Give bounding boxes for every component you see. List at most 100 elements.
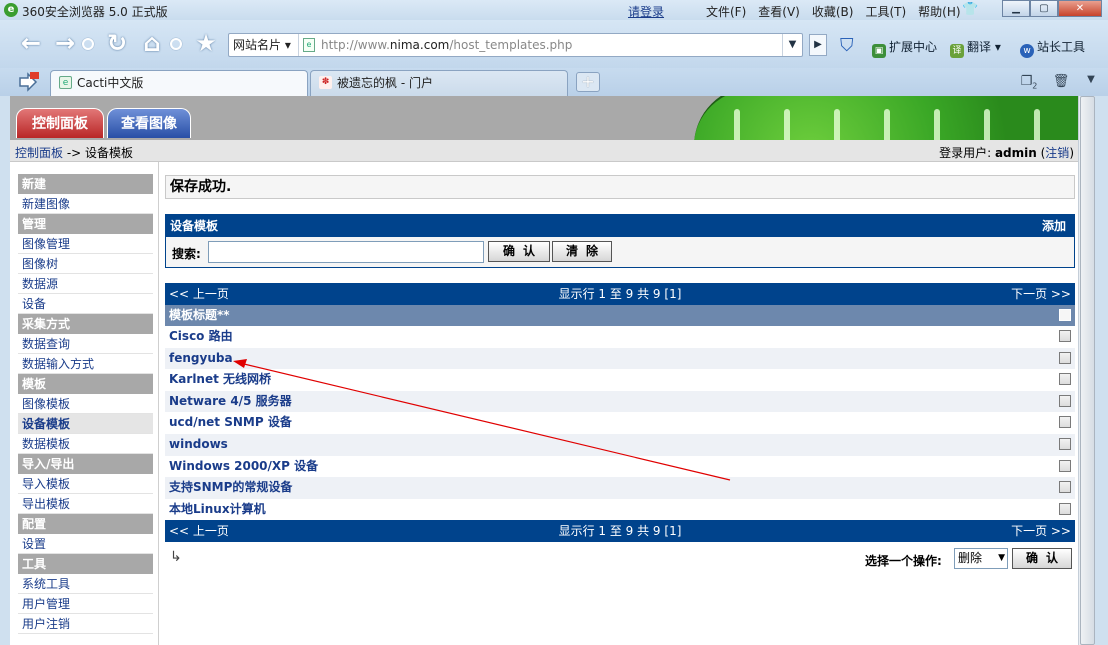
row-checkbox[interactable] bbox=[1059, 373, 1071, 386]
history-dropdown-icon[interactable] bbox=[82, 38, 94, 50]
prev-page-link-top[interactable]: << 上一页 bbox=[169, 283, 229, 305]
cactus-logo bbox=[694, 96, 1078, 140]
forward-icon[interactable]: → bbox=[52, 30, 78, 56]
home-icon[interactable]: ⌂ bbox=[139, 30, 165, 56]
search-clear-button[interactable]: 清除 bbox=[552, 241, 612, 262]
minimize-icon[interactable]: ▁ bbox=[1002, 0, 1030, 17]
menu-item[interactable]: 图像树 bbox=[18, 254, 153, 274]
menu-item[interactable]: 图像管理 bbox=[18, 234, 153, 254]
new-tab-icon[interactable]: + bbox=[576, 72, 600, 92]
search-go-button[interactable]: 确认 bbox=[488, 241, 550, 262]
login-link[interactable]: 请登录 bbox=[628, 3, 664, 20]
menu-item[interactable]: 数据模板 bbox=[18, 434, 153, 454]
menu-item[interactable]: 新建图像 bbox=[18, 194, 153, 214]
row-checkbox[interactable] bbox=[1059, 394, 1071, 407]
row-checkbox[interactable] bbox=[1059, 459, 1071, 472]
menu-help[interactable]: 帮助(H) bbox=[918, 3, 960, 20]
close-window-icon[interactable]: ✕ bbox=[1058, 0, 1102, 17]
back-icon[interactable]: ← bbox=[18, 30, 44, 56]
template-link[interactable]: 本地Linux计算机 bbox=[169, 502, 266, 516]
template-link[interactable]: Karlnet 无线网桥 bbox=[169, 372, 271, 386]
template-link[interactable]: Netware 4/5 服务器 bbox=[169, 394, 292, 408]
refresh-icon[interactable]: ↻ bbox=[104, 30, 130, 56]
menu-tools[interactable]: 工具(T) bbox=[865, 3, 906, 20]
menu-view[interactable]: 查看(V) bbox=[758, 3, 800, 20]
select-all-checkbox[interactable] bbox=[1059, 309, 1071, 321]
search-input[interactable] bbox=[208, 241, 484, 263]
tab-graphs[interactable]: 查看图像 bbox=[107, 108, 191, 138]
tab-cacti[interactable]: e Cacti中文版 bbox=[50, 70, 308, 96]
skin-icon[interactable]: 👕 bbox=[962, 2, 978, 17]
menu-item[interactable]: 设置 bbox=[18, 534, 153, 554]
go-arrow-icon[interactable]: ▶ bbox=[809, 34, 827, 56]
translate-label: 翻译 bbox=[967, 40, 992, 54]
menu-item[interactable]: 设备 bbox=[18, 294, 153, 314]
row-checkbox[interactable] bbox=[1059, 502, 1071, 515]
breadcrumb-console-link[interactable]: 控制面板 bbox=[15, 146, 63, 160]
menu-item[interactable]: 数据源 bbox=[18, 274, 153, 294]
extensions-icon: ▣ bbox=[872, 44, 886, 58]
trash-icon[interactable]: 🗑 bbox=[1052, 74, 1070, 90]
next-page-link-bottom[interactable]: 下一页 >> bbox=[1011, 520, 1071, 542]
window-right-edge bbox=[1095, 96, 1108, 645]
menu-file[interactable]: 文件(F) bbox=[706, 3, 746, 20]
url-dropdown-icon[interactable]: ▼ bbox=[782, 34, 802, 56]
table-row: 本地Linux计算机 bbox=[165, 498, 1075, 521]
template-link[interactable]: Windows 2000/XP 设备 bbox=[169, 459, 318, 473]
row-checkbox[interactable] bbox=[1059, 437, 1071, 450]
page-scrollbar[interactable] bbox=[1078, 96, 1095, 645]
menu-item[interactable]: 设备模板 bbox=[18, 414, 153, 434]
menu-item[interactable]: 导出模板 bbox=[18, 494, 153, 514]
menu-item[interactable]: 导入模板 bbox=[18, 474, 153, 494]
home-dropdown-icon[interactable] bbox=[170, 38, 182, 50]
row-checkbox[interactable] bbox=[1059, 351, 1071, 364]
translate-button[interactable]: 译翻译 ▾ bbox=[950, 38, 1001, 58]
row-checkbox[interactable] bbox=[1059, 330, 1071, 342]
template-link[interactable]: fengyuba bbox=[169, 351, 233, 365]
action-confirm-button[interactable]: 确认 bbox=[1012, 548, 1072, 569]
template-link[interactable]: ucd/net SNMP 设备 bbox=[169, 415, 292, 429]
menu-item[interactable]: 数据输入方式 bbox=[18, 354, 153, 374]
next-page-link-top[interactable]: 下一页 >> bbox=[1011, 283, 1071, 305]
action-select[interactable]: 删除 ▼ bbox=[954, 548, 1008, 569]
menu-item[interactable]: 用户管理 bbox=[18, 594, 153, 614]
menu-item[interactable]: 数据查询 bbox=[18, 334, 153, 354]
browser-menu: 文件(F) 查看(V) 收藏(B) 工具(T) 帮助(H) bbox=[706, 3, 961, 20]
address-bar[interactable]: 网站名片 ▾ e http://www.nima.com/host_templa… bbox=[228, 33, 803, 57]
restore-tabs-icon[interactable]: ❐2 bbox=[1020, 74, 1038, 91]
column-header-title[interactable]: 模板标题** bbox=[165, 305, 1075, 326]
site-card-button[interactable]: 网站名片 ▾ bbox=[229, 34, 299, 56]
menu-favorites[interactable]: 收藏(B) bbox=[812, 3, 854, 20]
url-text[interactable]: http://www.nima.com/host_templates.php bbox=[321, 34, 572, 56]
table-row: ucd/net SNMP 设备 bbox=[165, 412, 1075, 434]
tab-menu-icon[interactable]: ▼ bbox=[1082, 74, 1100, 90]
sidebar-toggle-icon[interactable] bbox=[18, 72, 40, 92]
scrollbar-thumb[interactable] bbox=[1080, 96, 1095, 645]
row-checkbox[interactable] bbox=[1059, 481, 1071, 494]
row-checkbox[interactable] bbox=[1059, 416, 1071, 429]
breadcrumb: 控制面板 -> 设备模板 bbox=[15, 144, 133, 161]
menu-header: 工具 bbox=[18, 554, 153, 574]
maximize-icon[interactable]: ▢ bbox=[1030, 0, 1058, 17]
webmaster-button[interactable]: w 站长工具 bbox=[1020, 38, 1085, 58]
template-link[interactable]: 支持SNMP的常规设备 bbox=[169, 480, 292, 494]
shield-icon[interactable]: ⛉ bbox=[840, 35, 854, 56]
add-template-link[interactable]: 添加 bbox=[1042, 215, 1066, 237]
favorite-star-icon[interactable]: ★ bbox=[193, 30, 219, 56]
tab-count: 2 bbox=[1032, 81, 1038, 91]
logout-link[interactable]: 注销 bbox=[1045, 146, 1069, 160]
extensions-button[interactable]: ▣ 扩展中心 bbox=[872, 38, 937, 58]
device-templates-title: 设备模板 bbox=[170, 219, 219, 233]
menu-item[interactable]: 用户注销 bbox=[18, 614, 153, 634]
template-link[interactable]: windows bbox=[169, 437, 228, 451]
prev-page-link-bottom[interactable]: << 上一页 bbox=[169, 520, 229, 542]
tab-console[interactable]: 控制面板 bbox=[16, 108, 104, 138]
list-nav-top: 显示行 1 至 9 共 9 [1] << 上一页 下一页 >> bbox=[165, 283, 1075, 305]
user-label: 登录用户: bbox=[939, 146, 995, 160]
menu-item[interactable]: 系统工具 bbox=[18, 574, 153, 594]
menu-item[interactable]: 图像模板 bbox=[18, 394, 153, 414]
table-row: Cisco 路由 bbox=[165, 326, 1075, 348]
tab-portal[interactable]: ✽ 被遗忘的枫 - 门户 bbox=[310, 70, 568, 96]
template-link[interactable]: Cisco 路由 bbox=[169, 329, 233, 343]
maple-favicon-icon: ✽ bbox=[319, 76, 332, 89]
